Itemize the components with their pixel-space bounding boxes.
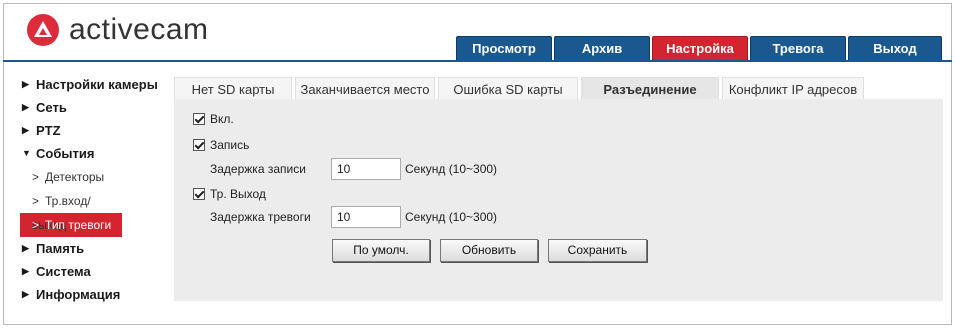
default-button[interactable]: По умолч. xyxy=(332,239,430,262)
sidebar-subitem-label: Тип тревоги xyxy=(45,218,112,232)
chevron-right-icon: > xyxy=(32,194,40,208)
subtab-ip-conflict[interactable]: Конфликт IP адресов xyxy=(722,77,864,99)
sidebar-subitem-alarm-type[interactable]: > Тип тревоги xyxy=(20,213,122,237)
sidebar: ▶ Настройки камеры ▶ Сеть ▶ PTZ ▼ Событи… xyxy=(20,73,172,306)
save-button[interactable]: Сохранить xyxy=(548,239,647,262)
sidebar-subitem-label: Детекторы xyxy=(45,170,105,184)
chevron-right-icon: > xyxy=(32,218,40,232)
nav-divider xyxy=(3,60,952,62)
record-checkbox[interactable] xyxy=(193,139,205,151)
enable-checkbox[interactable] xyxy=(193,113,205,125)
alarm-delay-input[interactable]: 10 xyxy=(331,206,401,228)
tab-logout[interactable]: Выход xyxy=(848,36,942,60)
record-delay-label: Задержка записи xyxy=(210,162,306,176)
settings-panel: Вкл. Запись Задержка записи 10 Секунд (1… xyxy=(174,99,943,301)
subtab-low-space[interactable]: Заканчивается место xyxy=(295,77,435,99)
sidebar-item-network[interactable]: ▶ Сеть xyxy=(22,96,172,119)
alarm-output-label: Тр. Выход xyxy=(210,187,266,201)
activecam-logo-icon xyxy=(27,14,59,46)
tab-preview[interactable]: Просмотр xyxy=(456,36,552,60)
sidebar-item-label: События xyxy=(36,146,95,161)
refresh-button[interactable]: Обновить xyxy=(440,239,538,262)
caret-right-icon: ▶ xyxy=(22,243,29,253)
chevron-right-icon: > xyxy=(32,170,40,184)
tab-archive[interactable]: Архив xyxy=(554,36,650,60)
sidebar-item-label: PTZ xyxy=(36,123,61,138)
caret-right-icon: ▶ xyxy=(22,125,29,135)
sidebar-subitem-alarm-io[interactable]: >Тр.вход/выход xyxy=(20,189,122,232)
subtab-disconnect[interactable]: Разъединение xyxy=(581,77,719,99)
sidebar-item-info[interactable]: ▶ Информация xyxy=(22,283,172,306)
sidebar-item-storage[interactable]: ▶ Память xyxy=(22,237,172,260)
subtab-sd-card-error[interactable]: Ошибка SD карты xyxy=(438,77,578,99)
sidebar-item-system[interactable]: ▶ Система xyxy=(22,260,172,283)
sidebar-item-events[interactable]: ▼ События xyxy=(22,142,172,165)
caret-right-icon: ▶ xyxy=(22,79,29,89)
record-label: Запись xyxy=(210,138,250,152)
sidebar-item-label: Система xyxy=(36,264,91,279)
tab-alarm[interactable]: Тревога xyxy=(750,36,846,60)
caret-down-icon: ▼ xyxy=(22,148,31,158)
record-delay-unit: Секунд (10~300) xyxy=(405,162,498,176)
subtab-no-sd-card[interactable]: Нет SD карты xyxy=(174,77,292,99)
brand-logo: activecam xyxy=(27,14,209,46)
sidebar-subitem-detectors[interactable]: > Детекторы xyxy=(20,165,122,189)
sidebar-item-label: Сеть xyxy=(36,100,67,115)
sidebar-item-label: Информация xyxy=(36,287,121,302)
top-navigation: Просмотр Архив Настройка Тревога Выход xyxy=(456,36,944,60)
sidebar-item-label: Настройки камеры xyxy=(36,77,158,92)
sidebar-item-ptz[interactable]: ▶ PTZ xyxy=(22,119,172,142)
subtab-bar: Нет SD карты Заканчивается место Ошибка … xyxy=(174,77,867,99)
alarm-delay-unit: Секунд (10~300) xyxy=(405,210,498,224)
record-delay-input[interactable]: 10 xyxy=(331,158,401,180)
sidebar-item-camera-settings[interactable]: ▶ Настройки камеры xyxy=(22,73,172,96)
caret-right-icon: ▶ xyxy=(22,289,29,299)
sidebar-item-label: Память xyxy=(36,241,85,256)
brand-name: activecam xyxy=(69,13,209,46)
alarm-delay-label: Задержка тревоги xyxy=(210,210,311,224)
caret-right-icon: ▶ xyxy=(22,266,29,276)
alarm-output-checkbox[interactable] xyxy=(193,188,205,200)
tab-settings[interactable]: Настройка xyxy=(652,36,748,60)
enable-label: Вкл. xyxy=(210,112,234,126)
caret-right-icon: ▶ xyxy=(22,102,29,112)
